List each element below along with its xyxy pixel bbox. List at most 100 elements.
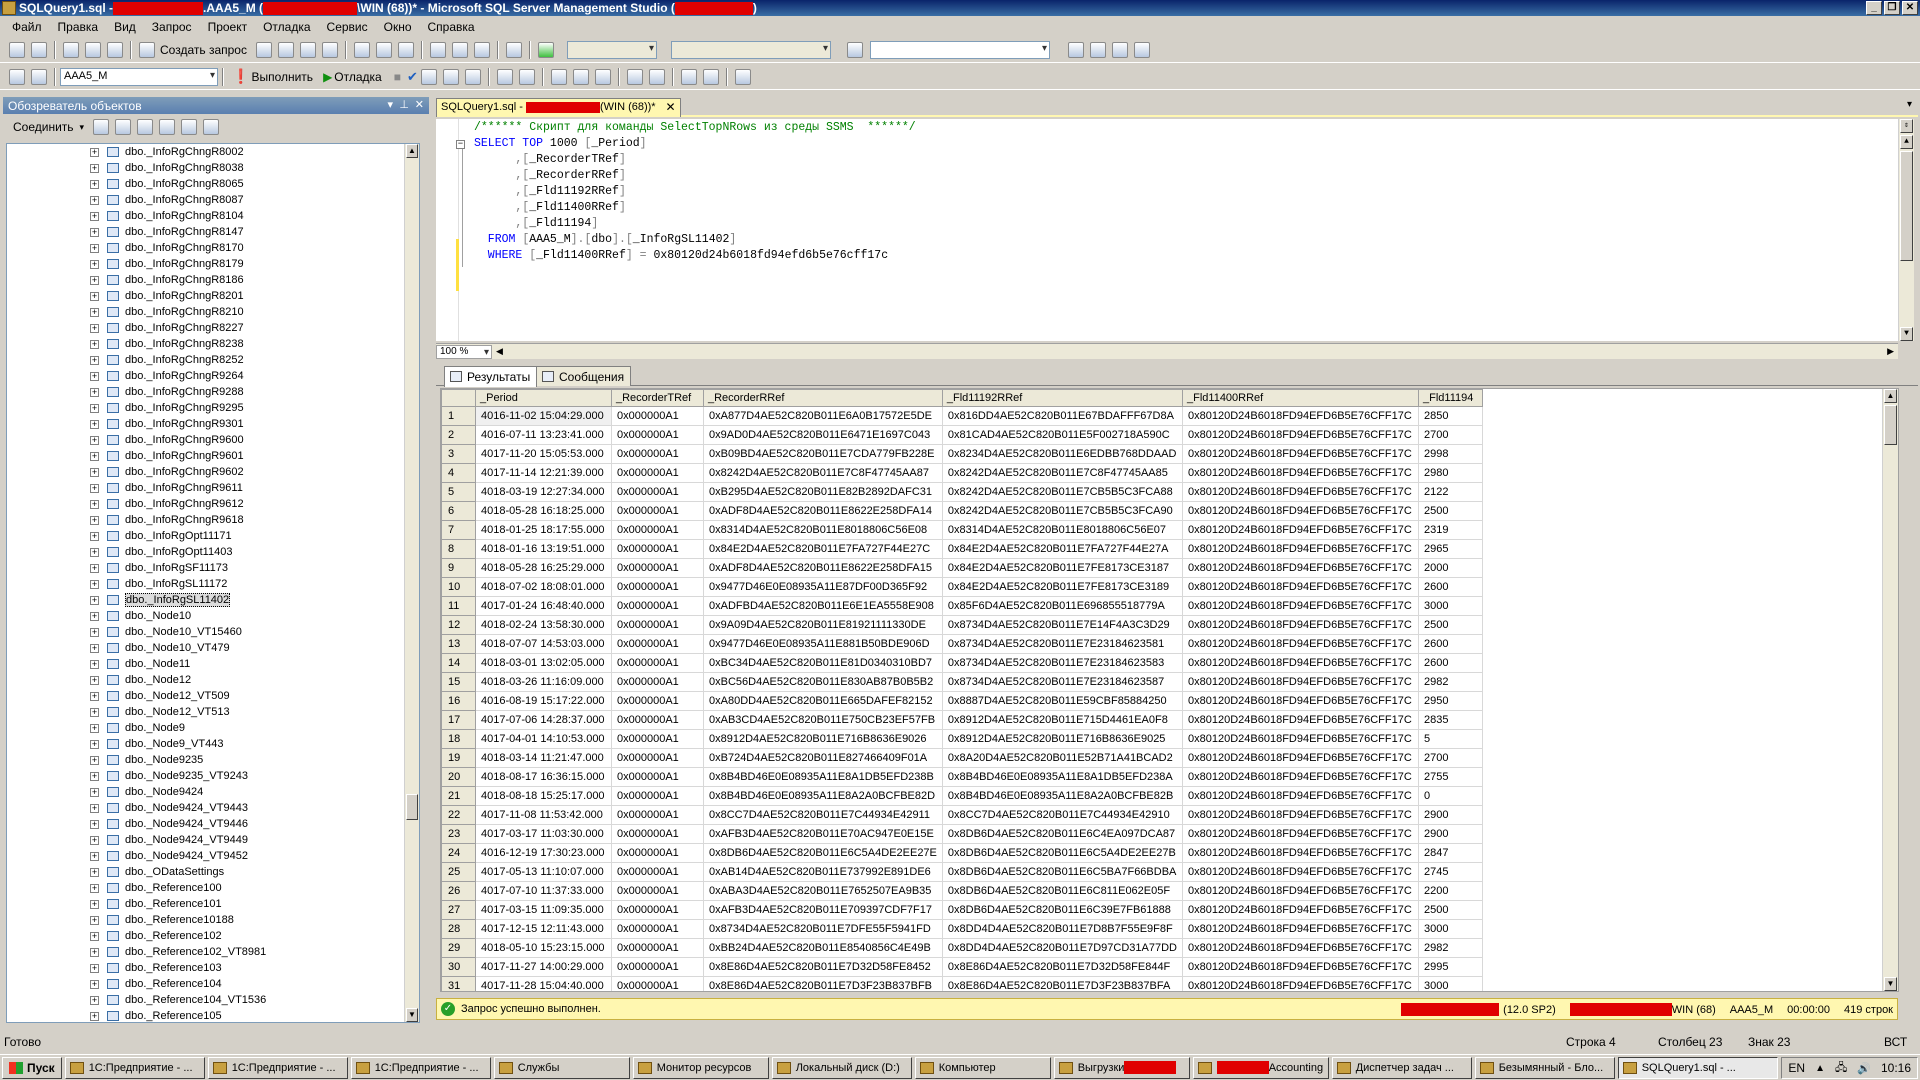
xmla-query-icon[interactable] [321,41,338,58]
tree-item[interactable]: + dbo._InfoRgOpt11403 [7,544,419,560]
grid-cell[interactable]: 0xADFBD4AE52C820B011E6E1EA5558E908 [703,596,943,616]
column-header[interactable]: _RecorderRRef [703,389,943,407]
scroll-down-icon[interactable]: ▼ [1884,977,1897,991]
scroll-thumb[interactable] [1884,405,1897,445]
grid-cell[interactable]: 0x8314D4AE52C820B011E8018806C56E08 [703,520,943,540]
grid-cell[interactable]: 0x85F6D4AE52C820B011E696855518779A [941,596,1184,616]
grid-cell[interactable]: 0x80120D24B6018FD94EFD6B5E76CFF17C [1182,406,1419,426]
row-number[interactable]: 8 [441,539,476,559]
expand-icon[interactable]: + [90,291,99,301]
tree-item[interactable]: + dbo._InfoRgChngR8065 [7,176,419,192]
tree-item[interactable]: + dbo._Reference100 [7,880,419,896]
grid-cell[interactable]: 0x000000A1 [611,843,704,863]
decrease-indent-icon[interactable] [680,68,697,85]
grid-cell[interactable]: 2847 [1418,843,1483,863]
solution-explorer-icon[interactable] [1067,41,1084,58]
grid-cell[interactable]: 0x8DD4D4AE52C820B011E7D97CD31A77DD [941,938,1184,958]
tree-item[interactable]: + dbo._InfoRgChngR9600 [7,432,419,448]
grid-cell[interactable]: 0x8E86D4AE52C820B011E7D32D58FE8452 [703,957,943,977]
grid-cell[interactable]: 0x000000A1 [611,634,704,654]
table-row[interactable]: 7 4018-01-25 18:17:55.000 0x000000A1 0x8314… [441,520,1483,540]
grid-cell[interactable]: 4017-03-15 11:09:35.000 [475,900,612,920]
grid-cell[interactable]: 2995 [1418,957,1483,977]
tree-item[interactable]: + dbo._Node9235_VT9243 [7,768,419,784]
tree-item[interactable]: + dbo._InfoRgChngR9288 [7,384,419,400]
results-to-text-icon[interactable] [550,68,567,85]
tree-item[interactable]: + dbo._InfoRgChngR8238 [7,336,419,352]
expand-icon[interactable]: + [90,643,99,653]
expand-icon[interactable]: + [90,979,99,989]
grid-cell[interactable]: 3000 [1418,976,1483,991]
menu-item-1[interactable]: Правка [50,20,107,34]
grid-cell[interactable]: 0x80120D24B6018FD94EFD6B5E76CFF17C [1182,862,1419,882]
save-icon[interactable] [85,41,101,58]
grid-scrollbar[interactable]: ▲ ▼ [1882,389,1898,991]
expand-icon[interactable]: + [90,163,99,173]
tree-item[interactable]: + dbo._InfoRgChngR8147 [7,224,419,240]
table-row[interactable]: 11 4017-01-24 16:48:40.000 0x000000A1 0xADF… [441,596,1483,616]
debug-button[interactable]: Отладка [334,70,381,84]
grid-cell[interactable]: 0x80120D24B6018FD94EFD6B5E76CFF17C [1182,596,1419,616]
grid-cell[interactable]: 0x000000A1 [611,767,704,787]
grid-cell[interactable]: 4018-08-18 15:25:17.000 [475,786,612,806]
grid-cell[interactable]: 0x000000A1 [611,558,704,578]
grid-cell[interactable]: 0x8734D4AE52C820B011E7E23184623581 [941,634,1184,654]
grid-cell[interactable]: 0x80120D24B6018FD94EFD6B5E76CFF17C [1182,577,1419,597]
grid-cell[interactable]: 0x80120D24B6018FD94EFD6B5E76CFF17C [1182,881,1419,901]
grid-cell[interactable]: 4017-11-27 14:00:29.000 [475,957,612,977]
tree-item[interactable]: + dbo._InfoRgChngR9602 [7,464,419,480]
undo-icon[interactable] [429,41,446,58]
tree-scrollbar[interactable]: ▲ ▼ [404,144,419,1022]
grid-cell[interactable]: 0x000000A1 [611,919,704,939]
grid-cell[interactable]: 2000 [1418,558,1483,578]
grid-cell[interactable]: 4017-12-15 12:11:43.000 [475,919,612,939]
expand-icon[interactable]: + [90,675,99,685]
grid-cell[interactable]: 0x80120D24B6018FD94EFD6B5E76CFF17C [1182,501,1419,521]
grid-cell[interactable]: 0xAB3CD4AE52C820B011E750CB23EF57FB [703,710,943,730]
grid-cell[interactable]: 3000 [1418,596,1483,616]
table-row[interactable]: 23 4017-03-17 11:03:30.000 0x000000A1 0xAFB… [441,824,1483,844]
copy-icon[interactable] [375,41,392,58]
grid-cell[interactable]: 2600 [1418,577,1483,597]
grid-cell[interactable]: 0x84E2D4AE52C820B011E7FE8173CE3189 [941,577,1184,597]
new-project-icon[interactable] [9,41,25,58]
volume-icon[interactable]: 🔊 [1857,1062,1871,1075]
tree-item[interactable]: + dbo._Node9235 [7,752,419,768]
grid-cell[interactable]: 0x8314D4AE52C820B011E8018806C56E07 [941,520,1184,540]
row-number[interactable]: 25 [441,862,476,882]
grid-cell[interactable]: 4018-03-01 13:02:05.000 [475,653,612,673]
grid-cell[interactable]: 4017-01-24 16:48:40.000 [475,596,612,616]
tree-item[interactable]: + dbo._Node9424 [7,784,419,800]
include-plan-icon[interactable] [496,68,513,85]
row-number[interactable]: 15 [441,672,476,692]
grid-cell[interactable]: 0x84E2D4AE52C820B011E7FA727F44E27A [941,539,1184,559]
grid-cell[interactable]: 0x80120D24B6018FD94EFD6B5E76CFF17C [1182,558,1419,578]
grid-cell[interactable]: 0xBC56D4AE52C820B011E830AB87B0B5B2 [703,672,943,692]
grid-cell[interactable]: 4018-08-17 16:36:15.000 [475,767,612,787]
grid-cell[interactable]: 0x8734D4AE52C820B011E7E14F4A3C3D29 [941,615,1184,635]
tree-item[interactable]: + dbo._InfoRgSL11172 [7,576,419,592]
change-connection-icon[interactable] [31,68,47,85]
start-button[interactable]: Пуск [2,1056,62,1079]
grid-cell[interactable]: 0x8E86D4AE52C820B011E7D3F23B837BFB [703,976,943,991]
column-header[interactable]: _Fld11194 [1418,389,1483,407]
grid-cell[interactable]: 0x8A20D4AE52C820B011E52B71A41BCAD2 [941,748,1184,768]
table-row[interactable]: 8 4018-01-16 13:19:51.000 0x000000A1 0x84E2… [441,539,1483,559]
specify-template-values-icon[interactable] [734,68,751,85]
tree-item[interactable]: + dbo._InfoRgSF11173 [7,560,419,576]
table-row[interactable]: 16 4016-08-19 15:17:22.000 0x000000A1 0xA80… [441,691,1483,711]
table-row[interactable]: 31 4017-11-28 15:04:40.000 0x000000A1 0x8E8… [441,976,1483,991]
results-to-grid-icon[interactable] [572,68,589,85]
connect-button[interactable]: Соединить [13,120,74,134]
clock[interactable]: 10:16 [1881,1061,1911,1075]
row-number[interactable]: 28 [441,919,476,939]
stop-icon[interactable] [137,119,154,135]
expand-icon[interactable]: + [90,931,99,941]
grid-cell[interactable]: 2998 [1418,444,1483,464]
row-number[interactable]: 6 [441,501,476,521]
grid-cell[interactable]: 0x8DB6D4AE52C820B011E6C5BA7F66BDBA [941,862,1184,882]
grid-cell[interactable]: 2755 [1418,767,1483,787]
collapse-region-icon[interactable]: − [456,140,465,149]
expand-icon[interactable]: + [90,915,99,925]
grid-cell[interactable]: 0x8B4BD46E0E08935A11E8A2A0BCFBE82B [941,786,1184,806]
